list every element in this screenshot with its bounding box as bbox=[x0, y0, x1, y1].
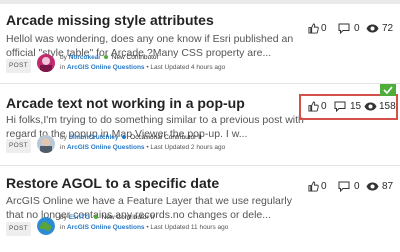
post-meta: by Norcokeai New Contributor in ArcGIS O… bbox=[60, 53, 225, 73]
last-updated: • Last Updated 4 hours ago bbox=[146, 64, 226, 71]
author-rank: New Contributor bbox=[111, 54, 159, 61]
avatar[interactable] bbox=[37, 54, 55, 72]
post-type-badge: POST bbox=[6, 59, 31, 73]
rank-dot-icon bbox=[122, 135, 127, 140]
author-link[interactable]: SimonCrutchley bbox=[69, 134, 119, 141]
speech-bubble-icon bbox=[338, 23, 350, 34]
solved-flag bbox=[380, 84, 396, 96]
board-link[interactable]: ArcGIS Online Questions bbox=[67, 224, 145, 231]
board-link[interactable]: ArcGIS Online Questions bbox=[67, 64, 145, 71]
last-updated: • Last Updated 2 hours ago bbox=[146, 144, 226, 151]
post-meta: by EsriTG New Contributor II in ArcGIS O… bbox=[60, 213, 228, 233]
likes-count: 0 bbox=[321, 181, 327, 192]
by-label: by bbox=[60, 214, 67, 221]
replies-count: 0 bbox=[354, 181, 360, 192]
post-stats: 0 0 87 bbox=[306, 180, 396, 194]
views-count: 72 bbox=[382, 23, 394, 34]
post-title[interactable]: Arcade text not working in a pop-up bbox=[6, 95, 245, 111]
thumbs-up-icon bbox=[308, 23, 319, 34]
post-title[interactable]: Restore AGOL to a specific date bbox=[6, 175, 219, 191]
post-type-badge: POST bbox=[6, 139, 31, 153]
post-item: Restore AGOL to a specific date ArcGIS O… bbox=[0, 175, 400, 247]
post-item: Arcade missing style attributes Hellol w… bbox=[0, 12, 400, 80]
author-rank: Occasional Contributor II bbox=[130, 134, 202, 141]
replies-count: 0 bbox=[354, 23, 360, 34]
top-divider bbox=[0, 0, 400, 4]
by-label: by bbox=[60, 134, 67, 141]
rank-dot-icon bbox=[93, 215, 98, 220]
by-label: by bbox=[60, 54, 67, 61]
stats-highlight-box bbox=[299, 94, 398, 120]
views-count: 87 bbox=[382, 181, 394, 192]
eye-icon bbox=[366, 182, 379, 191]
likes-count: 0 bbox=[321, 23, 327, 34]
in-label: in bbox=[60, 144, 66, 151]
last-updated: • Last Updated 11 hours ago bbox=[146, 224, 229, 231]
author-rank: New Contributor II bbox=[101, 214, 155, 221]
post-divider bbox=[0, 83, 400, 84]
avatar[interactable] bbox=[37, 217, 55, 235]
post-divider bbox=[0, 165, 400, 166]
author-link[interactable]: EsriTG bbox=[69, 214, 90, 221]
board-link[interactable]: ArcGIS Online Questions bbox=[67, 144, 145, 151]
post-type-badge: POST bbox=[6, 222, 31, 236]
rank-dot-icon bbox=[103, 55, 108, 60]
author-link[interactable]: Norcokeai bbox=[69, 54, 100, 61]
eye-icon bbox=[366, 24, 379, 33]
checkmark-icon bbox=[383, 86, 393, 94]
post-meta: by SimonCrutchley Occasional Contributor… bbox=[60, 133, 225, 153]
in-label: in bbox=[60, 64, 66, 71]
in-label: in bbox=[60, 224, 66, 231]
thumbs-up-icon bbox=[308, 181, 319, 192]
speech-bubble-icon bbox=[338, 181, 350, 192]
post-title[interactable]: Arcade missing style attributes bbox=[6, 12, 214, 28]
avatar[interactable] bbox=[37, 135, 55, 153]
post-stats: 0 0 72 bbox=[306, 22, 396, 36]
